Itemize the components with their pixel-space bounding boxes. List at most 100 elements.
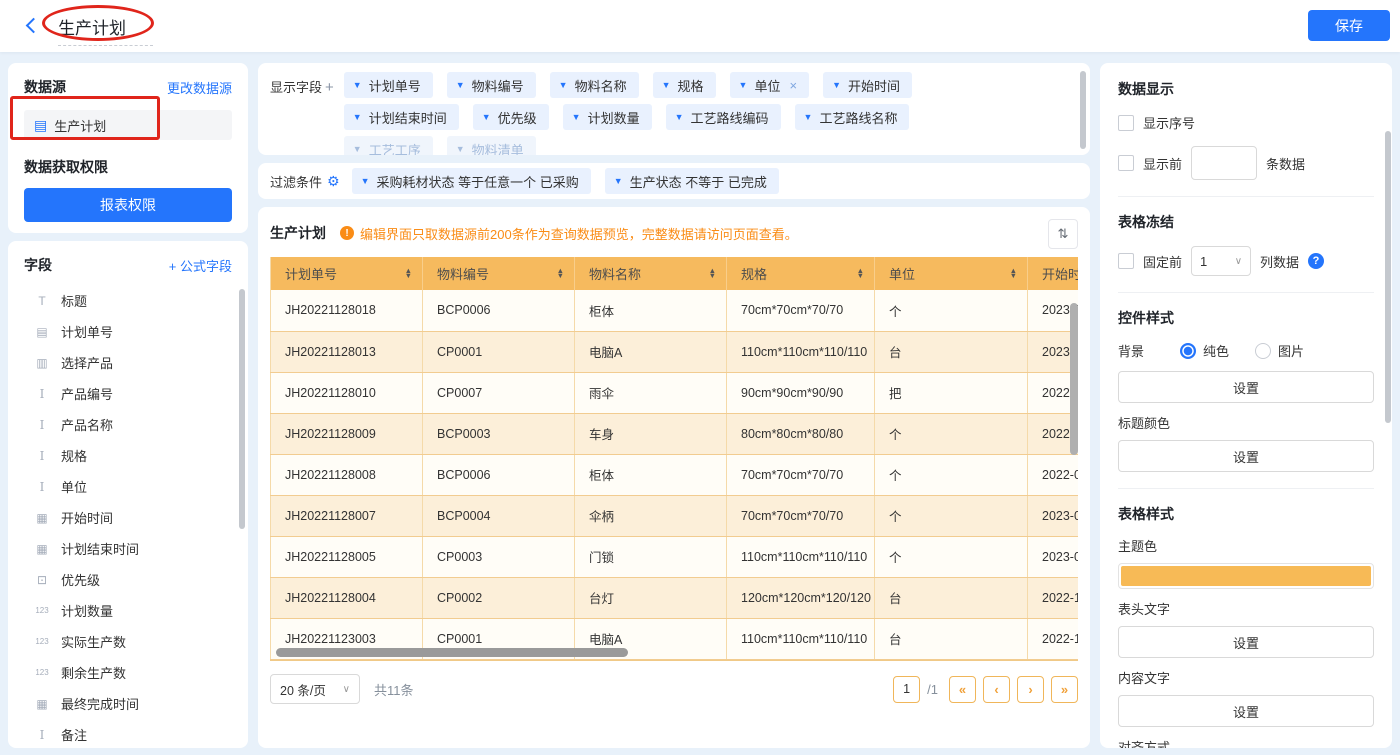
field-item[interactable]: I备注 (24, 719, 232, 748)
field-item[interactable]: 123计划数量 (24, 595, 232, 626)
table-row[interactable]: JH20221128008BCP0006柜体70cm*70cm*70/70个20… (271, 454, 1079, 495)
sort-order-icon[interactable]: ⇅ (1048, 219, 1078, 249)
chip-label: 工艺路线名称 (819, 108, 897, 127)
fields-scrollbar[interactable] (239, 289, 245, 529)
table-row[interactable]: JH20221128007BCP0004伞柄70cm*70cm*70/70个20… (271, 495, 1079, 536)
chevron-down-icon: ▼ (662, 80, 671, 90)
radio-image[interactable]: 图片 (1255, 341, 1304, 360)
display-field-chip[interactable]: ▼物料清单 (447, 136, 536, 155)
field-item[interactable]: T标题 (24, 285, 232, 316)
page-number-input[interactable]: 1 (893, 676, 920, 703)
table-row[interactable]: JH20221128010CP0007雨伞90cm*90cm*90/90把202… (271, 372, 1079, 413)
field-item-label: 计划数量 (61, 601, 113, 620)
next-page-button[interactable]: › (1017, 676, 1044, 703)
table-column-header[interactable]: 单位▲▼ (875, 257, 1028, 290)
field-item[interactable]: 123剩余生产数 (24, 657, 232, 688)
warning-icon: ! (340, 226, 354, 240)
table-row[interactable]: JH20221128018BCP0006柜体70cm*70cm*70/70个20… (271, 290, 1079, 331)
display-field-chip[interactable]: ▼优先级 (473, 104, 549, 130)
table-row[interactable]: JH20221128013CP0001电脑A110cm*110cm*110/11… (271, 331, 1079, 372)
show-first-count-input[interactable] (1191, 146, 1257, 180)
radio-solid-color[interactable]: 纯色 (1180, 341, 1229, 360)
sort-arrows-icon[interactable]: ▲▼ (709, 269, 716, 278)
close-icon[interactable]: × (789, 78, 797, 93)
first-page-button[interactable]: « (949, 676, 976, 703)
background-set-button[interactable]: 设置 (1118, 371, 1374, 403)
field-item[interactable]: ▦开始时间 (24, 502, 232, 533)
field-item[interactable]: ▤计划单号 (24, 316, 232, 347)
chevron-down-icon: ▼ (353, 112, 362, 122)
display-field-chip[interactable]: ▼计划数量 (563, 104, 652, 130)
settings-scrollbar[interactable] (1385, 131, 1391, 423)
field-item[interactable]: ⊡优先级 (24, 564, 232, 595)
field-item[interactable]: I规格 (24, 440, 232, 471)
show-index-checkbox[interactable] (1118, 115, 1134, 131)
table-preview-panel: 生产计划 ! 编辑界面只取数据源前200条作为查询数据预览，完整数据请访问页面查… (258, 207, 1090, 748)
chevron-down-icon: ▼ (353, 80, 362, 90)
filter-chip[interactable]: ▼采购耗材状态 等于任意一个 已采购 (352, 168, 591, 194)
display-fields-scrollbar[interactable] (1080, 71, 1086, 149)
report-permission-button[interactable]: 报表权限 (24, 188, 232, 222)
display-field-chip[interactable]: ▼工艺路线名称 (795, 104, 910, 130)
table-style-title: 表格样式 (1118, 504, 1374, 524)
display-field-chip[interactable]: ▼工艺工序 (344, 136, 433, 155)
help-icon[interactable]: ? (1308, 253, 1324, 269)
sort-arrows-icon[interactable]: ▲▼ (405, 269, 412, 278)
display-field-chip[interactable]: ▼物料名称 (550, 72, 639, 98)
field-item[interactable]: I产品编号 (24, 378, 232, 409)
preview-warning: ! 编辑界面只取数据源前200条作为查询数据预览，完整数据请访问页面查看。 (340, 224, 798, 243)
chip-label: 物料名称 (575, 76, 627, 95)
table-column-header[interactable]: 计划单号▲▼ (271, 257, 423, 290)
add-display-field-icon[interactable]: + (325, 79, 334, 96)
last-page-button[interactable]: » (1051, 676, 1078, 703)
table-column-header[interactable]: 规格▲▼ (727, 257, 875, 290)
field-item[interactable]: ▦最终完成时间 (24, 688, 232, 719)
freeze-columns-checkbox[interactable] (1118, 253, 1134, 269)
table-row[interactable]: JH20221128005CP0003门锁110cm*110cm*110/110… (271, 536, 1079, 577)
back-icon[interactable] (26, 18, 42, 34)
display-field-chip[interactable]: ▼开始时间 (823, 72, 912, 98)
prev-page-button[interactable]: ‹ (983, 676, 1010, 703)
display-field-chip[interactable]: ▼规格 (653, 72, 716, 98)
theme-color-swatch[interactable] (1118, 563, 1374, 589)
field-item[interactable]: I单位 (24, 471, 232, 502)
table-column-header[interactable]: 物料名称▲▼ (575, 257, 727, 290)
sort-arrows-icon[interactable]: ▲▼ (557, 269, 564, 278)
total-count: 共11条 (374, 680, 414, 699)
freeze-count-select[interactable]: 1 ∨ (1191, 246, 1251, 276)
table-horizontal-scrollbar[interactable] (276, 648, 628, 657)
field-item[interactable]: I产品名称 (24, 409, 232, 440)
display-field-chip[interactable]: ▼计划单号 (344, 72, 433, 98)
field-item[interactable]: 123实际生产数 (24, 626, 232, 657)
gear-icon[interactable]: ⚙ (327, 173, 340, 190)
table-vertical-scrollbar[interactable] (1070, 303, 1078, 455)
page-size-select[interactable]: 20 条/页 ∨ (270, 674, 360, 704)
chip-row: ▼工艺工序 ▼物料清单 (344, 136, 1078, 155)
save-button[interactable]: 保存 (1308, 10, 1390, 41)
content-text-set-button[interactable]: 设置 (1118, 695, 1374, 727)
table-column-header[interactable]: 物料编号▲▼ (423, 257, 575, 290)
pagination-bar: 20 条/页 ∨ 共11条 1 /1 «‹›» (270, 674, 1078, 704)
filter-chip[interactable]: ▼生产状态 不等于 已完成 (605, 168, 779, 194)
field-item[interactable]: ▥选择产品 (24, 347, 232, 378)
table-row[interactable]: JH20221128004CP0002台灯120cm*120cm*120/120… (271, 577, 1079, 618)
display-field-chip[interactable]: ▼单位× (730, 72, 810, 98)
display-field-chip[interactable]: ▼工艺路线编码 (666, 104, 781, 130)
change-datasource-link[interactable]: 更改数据源 (167, 78, 232, 97)
field-item[interactable]: ▦计划结束时间 (24, 533, 232, 564)
table-cell: 70cm*70cm*70/70 (727, 454, 875, 495)
header-text-set-button[interactable]: 设置 (1118, 626, 1374, 658)
datasource-item-label: 生产计划 (54, 116, 106, 135)
display-field-chip[interactable]: ▼物料编号 (447, 72, 536, 98)
sort-arrows-icon[interactable]: ▲▼ (1010, 269, 1017, 278)
sort-arrows-icon[interactable]: ▲▼ (857, 269, 864, 278)
title-color-set-button[interactable]: 设置 (1118, 440, 1374, 472)
table-row[interactable]: JH20221128009BCP0003车身80cm*80cm*80/80个20… (271, 413, 1079, 454)
display-field-chip[interactable]: ▼计划结束时间 (344, 104, 459, 130)
show-first-checkbox[interactable] (1118, 155, 1134, 171)
table-column-header[interactable]: 开始时间▲▼ (1028, 257, 1079, 290)
permission-title: 数据获取权限 (24, 157, 232, 177)
add-formula-field-link[interactable]: + 公式字段 (169, 256, 232, 275)
datasource-item[interactable]: ▤ 生产计划 (24, 110, 232, 140)
page-title[interactable]: 生产计划 (58, 14, 153, 46)
